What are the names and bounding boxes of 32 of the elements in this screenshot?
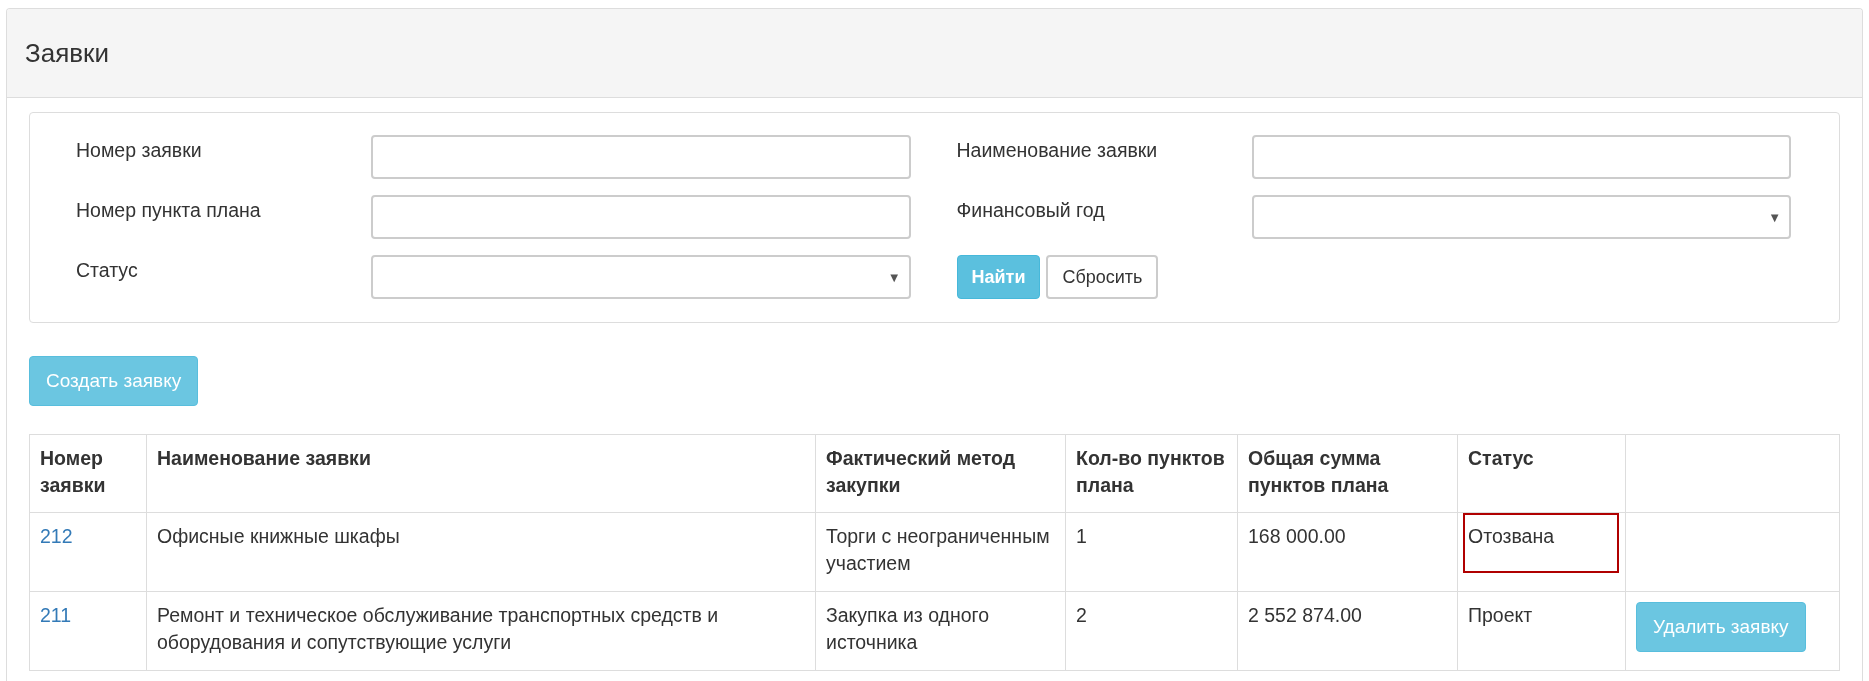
table-cell: Ремонт и техническое обслуживание транспортных средств и оборудования и сопутствующие услуги <box>157 604 719 653</box>
status-text: Проект <box>1468 604 1533 626</box>
field-label: Номер заявки <box>76 138 203 162</box>
table-cell: Закупка из одного источника <box>826 604 990 653</box>
input-field[interactable] <box>1251 135 1791 179</box>
column-header: Статус <box>1457 434 1626 513</box>
status-text: Отозвана <box>1468 525 1555 547</box>
dropdown-arrow-icon: ▼ <box>1768 209 1781 225</box>
dropdown-arrow-icon: ▼ <box>887 269 901 285</box>
input-field[interactable] <box>371 195 911 239</box>
column-header: Наименование заявки <box>146 434 816 513</box>
select-field[interactable]: ▼ <box>1251 195 1791 239</box>
field-label: Статус <box>76 258 139 282</box>
column-header: Фактический метод закупки <box>815 434 1066 513</box>
table-cell: 2 <box>1076 604 1087 626</box>
field-label: Номер пункта плана <box>76 198 262 222</box>
panel-title: Заявки <box>25 37 109 69</box>
column-header: Общая сумма пунктов плана <box>1237 434 1458 513</box>
request-link[interactable]: 211 <box>40 604 72 626</box>
reset-button[interactable]: Сбросить <box>1046 255 1159 299</box>
table-cell: Офисные книжные шкафы <box>157 525 400 547</box>
select-field[interactable]: ▼ <box>371 255 911 299</box>
table-cell: 2 552 874.00 <box>1248 604 1362 626</box>
field-label: Финансовый год <box>956 198 1106 222</box>
table-cell: Торги с неограниченным участием <box>826 525 1050 574</box>
table-cell: 168 000.00 <box>1248 525 1346 547</box>
request-link[interactable]: 212 <box>40 525 73 547</box>
column-header: Номер заявки <box>29 434 147 513</box>
field-label: Наименование заявки <box>956 138 1159 162</box>
column-header: Кол-во пунктов плана <box>1065 434 1238 513</box>
input-field[interactable] <box>371 135 911 179</box>
table-cell: 1 <box>1076 525 1087 547</box>
